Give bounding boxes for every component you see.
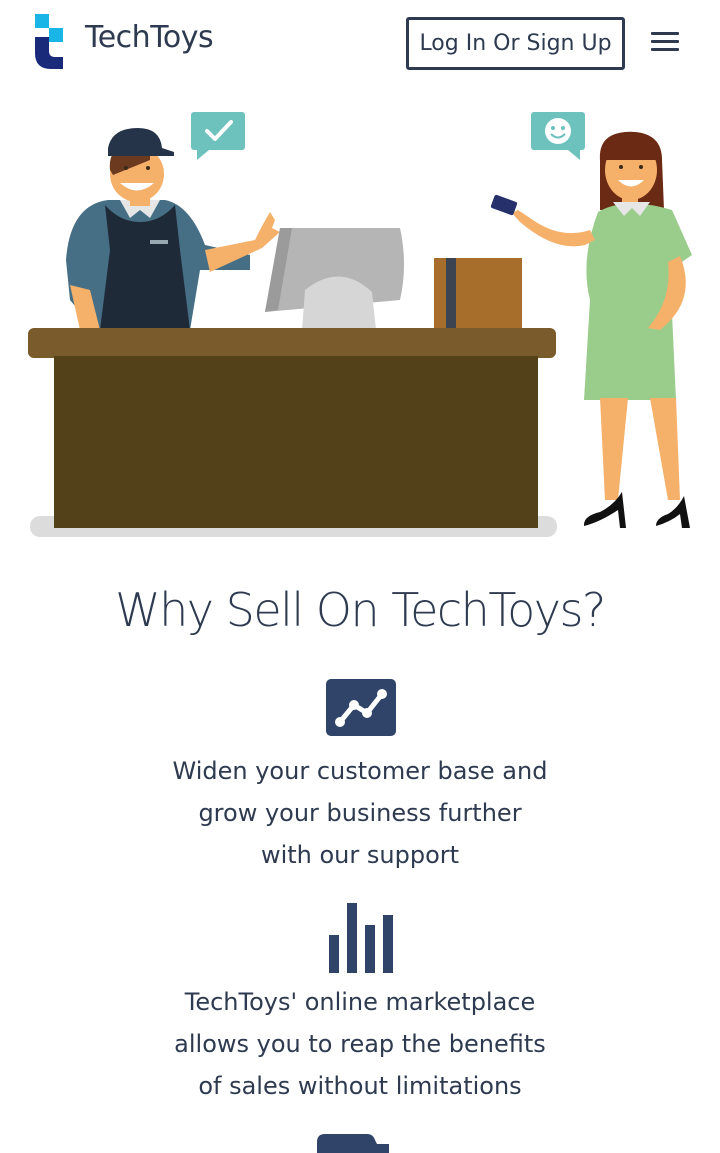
section-title: Why Sell On TechToys? bbox=[115, 583, 606, 637]
login-signup-button[interactable]: Log In Or Sign Up bbox=[406, 17, 625, 70]
bar-chart-icon bbox=[329, 903, 393, 973]
cashier-figure bbox=[66, 128, 280, 330]
site-header: TechToys Log In Or Sign Up bbox=[0, 0, 720, 86]
folder-icon bbox=[317, 1134, 389, 1153]
feature-text-marketplace: TechToys' online marketplace allows you … bbox=[174, 988, 546, 1100]
hamburger-menu-icon[interactable] bbox=[648, 28, 682, 56]
check-bubble-icon bbox=[191, 112, 245, 160]
store-counter bbox=[28, 328, 556, 528]
cashier-and-customer-illustration bbox=[28, 112, 692, 537]
trend-chart-icon bbox=[326, 679, 396, 736]
techtoys-logo-icon[interactable] bbox=[33, 13, 67, 71]
register-monitor bbox=[265, 228, 404, 330]
package-box bbox=[434, 258, 522, 330]
brand-name[interactable]: TechToys bbox=[85, 20, 214, 55]
feature-text-customer-base: Widen your customer base and grow your b… bbox=[172, 757, 548, 869]
smiley-bubble-icon bbox=[531, 112, 585, 160]
